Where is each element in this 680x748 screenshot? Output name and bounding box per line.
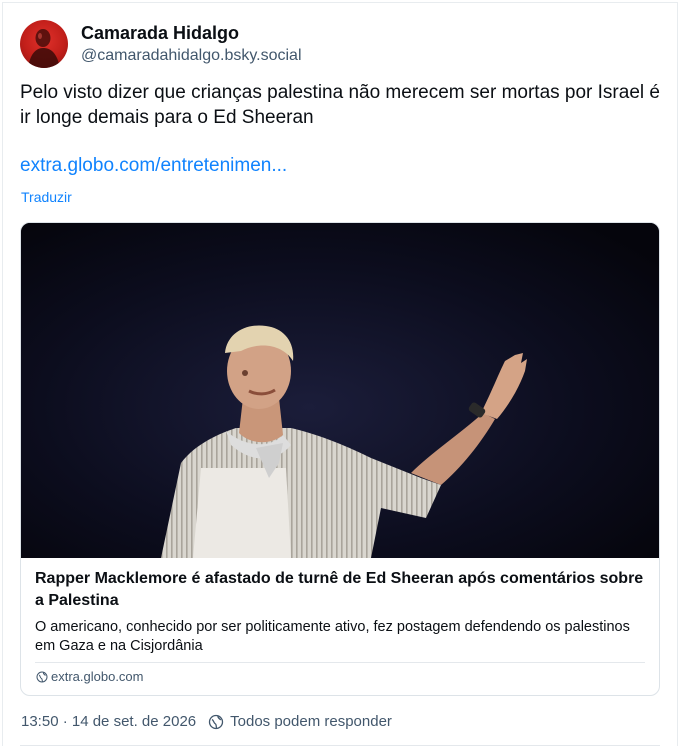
- link-preview-card[interactable]: Rapper Macklemore é afastado de turnê de…: [20, 222, 660, 696]
- link-preview-divider: [35, 662, 645, 663]
- post-link[interactable]: extra.globo.com/entretenimen...: [20, 153, 287, 178]
- link-preview-image: [21, 223, 659, 558]
- link-preview-description: O americano, conhecido por ser politicam…: [35, 619, 630, 654]
- performer-photo: [21, 223, 659, 558]
- post-text: Pelo visto dizer que crianças palestina …: [20, 82, 660, 128]
- link-preview-domain-text: extra.globo.com: [51, 669, 144, 684]
- link-preview-body: Rapper Macklemore é afastado de turnê de…: [35, 568, 647, 656]
- link-preview-title: Rapper Macklemore é afastado de turnê de…: [35, 570, 644, 609]
- author-display-name[interactable]: Camarada Hidalgo: [81, 22, 302, 44]
- reply-setting[interactable]: Todos podem responder: [230, 713, 392, 730]
- post-timestamp[interactable]: 13:50 · 14 de set. de 2026: [21, 713, 196, 730]
- author-names: Camarada Hidalgo @camaradahidalgo.bsky.s…: [81, 22, 302, 67]
- avatar[interactable]: [20, 20, 68, 68]
- author-handle[interactable]: @camaradahidalgo.bsky.social: [81, 45, 302, 67]
- bottom-divider: [20, 745, 660, 746]
- globe-reply-icon: [208, 714, 224, 729]
- globe-icon: [36, 671, 48, 682]
- link-preview-domain: extra.globo.com: [36, 669, 144, 684]
- post-footer: 13:50 · 14 de set. de 2026 Todos podem r…: [21, 713, 392, 730]
- post-header: Camarada Hidalgo @camaradahidalgo.bsky.s…: [20, 20, 302, 68]
- avatar-silhouette-icon: [28, 29, 60, 68]
- translate-button[interactable]: Traduzir: [21, 188, 72, 206]
